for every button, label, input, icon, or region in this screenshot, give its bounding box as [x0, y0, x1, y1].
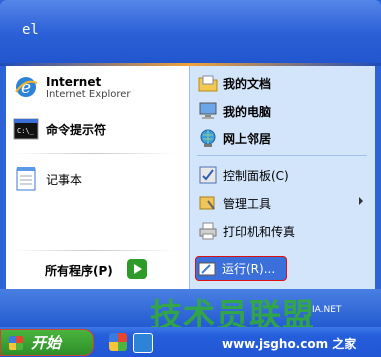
watermark-partial: IA.NET [312, 305, 342, 315]
pinned-subtitle: Internet Explorer [46, 88, 131, 100]
right-item-label: 打印机和传真 [223, 224, 296, 239]
left-separator [12, 153, 176, 154]
all-programs-button[interactable]: 所有程序(P) [6, 255, 189, 285]
control-panel-icon [197, 164, 219, 186]
recent-title: 记事本 [46, 172, 83, 187]
start-button[interactable]: 开始 [0, 329, 94, 356]
recent-notepad[interactable]: 记事本 [12, 165, 82, 193]
start-menu-header [0, 0, 381, 63]
pinned-command-prompt[interactable]: C:\_ 命令提示符 [12, 115, 106, 143]
right-item-printers[interactable]: 打印机和传真 [197, 220, 295, 242]
watermark-url-text: www.jsgho.com [222, 337, 329, 351]
watermark: 技术员联盟 [150, 296, 316, 334]
right-item-control-panel[interactable]: 控制面板(C) [197, 164, 289, 186]
quick-launch-ie-icon[interactable] [133, 333, 153, 353]
right-item-run[interactable]: 运行(R)... [195, 256, 287, 281]
admin-tools-icon [197, 192, 219, 214]
notepad-icon [12, 165, 40, 193]
submenu-arrow-icon [359, 197, 363, 205]
right-item-network-places[interactable]: 网上邻居 [197, 127, 271, 149]
my-documents-icon [197, 72, 219, 94]
watermark-url: www.jsgho.com 之家 [222, 335, 356, 352]
windows-logo-icon [9, 335, 23, 350]
right-item-label: 运行(R)... [222, 262, 276, 276]
user-name: el [22, 22, 39, 38]
right-item-label: 网上邻居 [223, 131, 272, 146]
my-computer-icon [197, 100, 219, 122]
right-item-admin-tools[interactable]: 管理工具 [197, 192, 375, 214]
right-item-label: 管理工具 [223, 196, 272, 211]
printers-icon [197, 220, 219, 242]
pinned-title: 命令提示符 [46, 122, 107, 137]
green-arrow-icon [127, 259, 147, 279]
quick-launch-windows-icon[interactable] [109, 333, 127, 351]
svg-text:C:\_: C:\_ [17, 127, 35, 135]
right-item-label: 我的文档 [223, 76, 272, 91]
right-item-label: 我的电脑 [223, 104, 272, 119]
right-separator [197, 155, 367, 156]
run-icon [196, 258, 218, 280]
command-prompt-icon: C:\_ [12, 115, 40, 143]
pinned-internet-explorer[interactable]: e Internet Internet Explorer [12, 73, 131, 101]
pinned-title: Internet [46, 74, 102, 89]
internet-explorer-icon: e [12, 73, 40, 101]
start-label: 开始 [31, 334, 62, 352]
left-separator [12, 250, 176, 251]
right-item-my-computer[interactable]: 我的电脑 [197, 100, 271, 122]
watermark-suffix: 之家 [332, 337, 357, 351]
right-item-my-documents[interactable]: 我的文档 [197, 72, 271, 94]
all-programs-label: 所有程序(P) [45, 264, 113, 278]
network-places-icon [197, 127, 219, 149]
right-item-label: 控制面板(C) [223, 168, 289, 183]
